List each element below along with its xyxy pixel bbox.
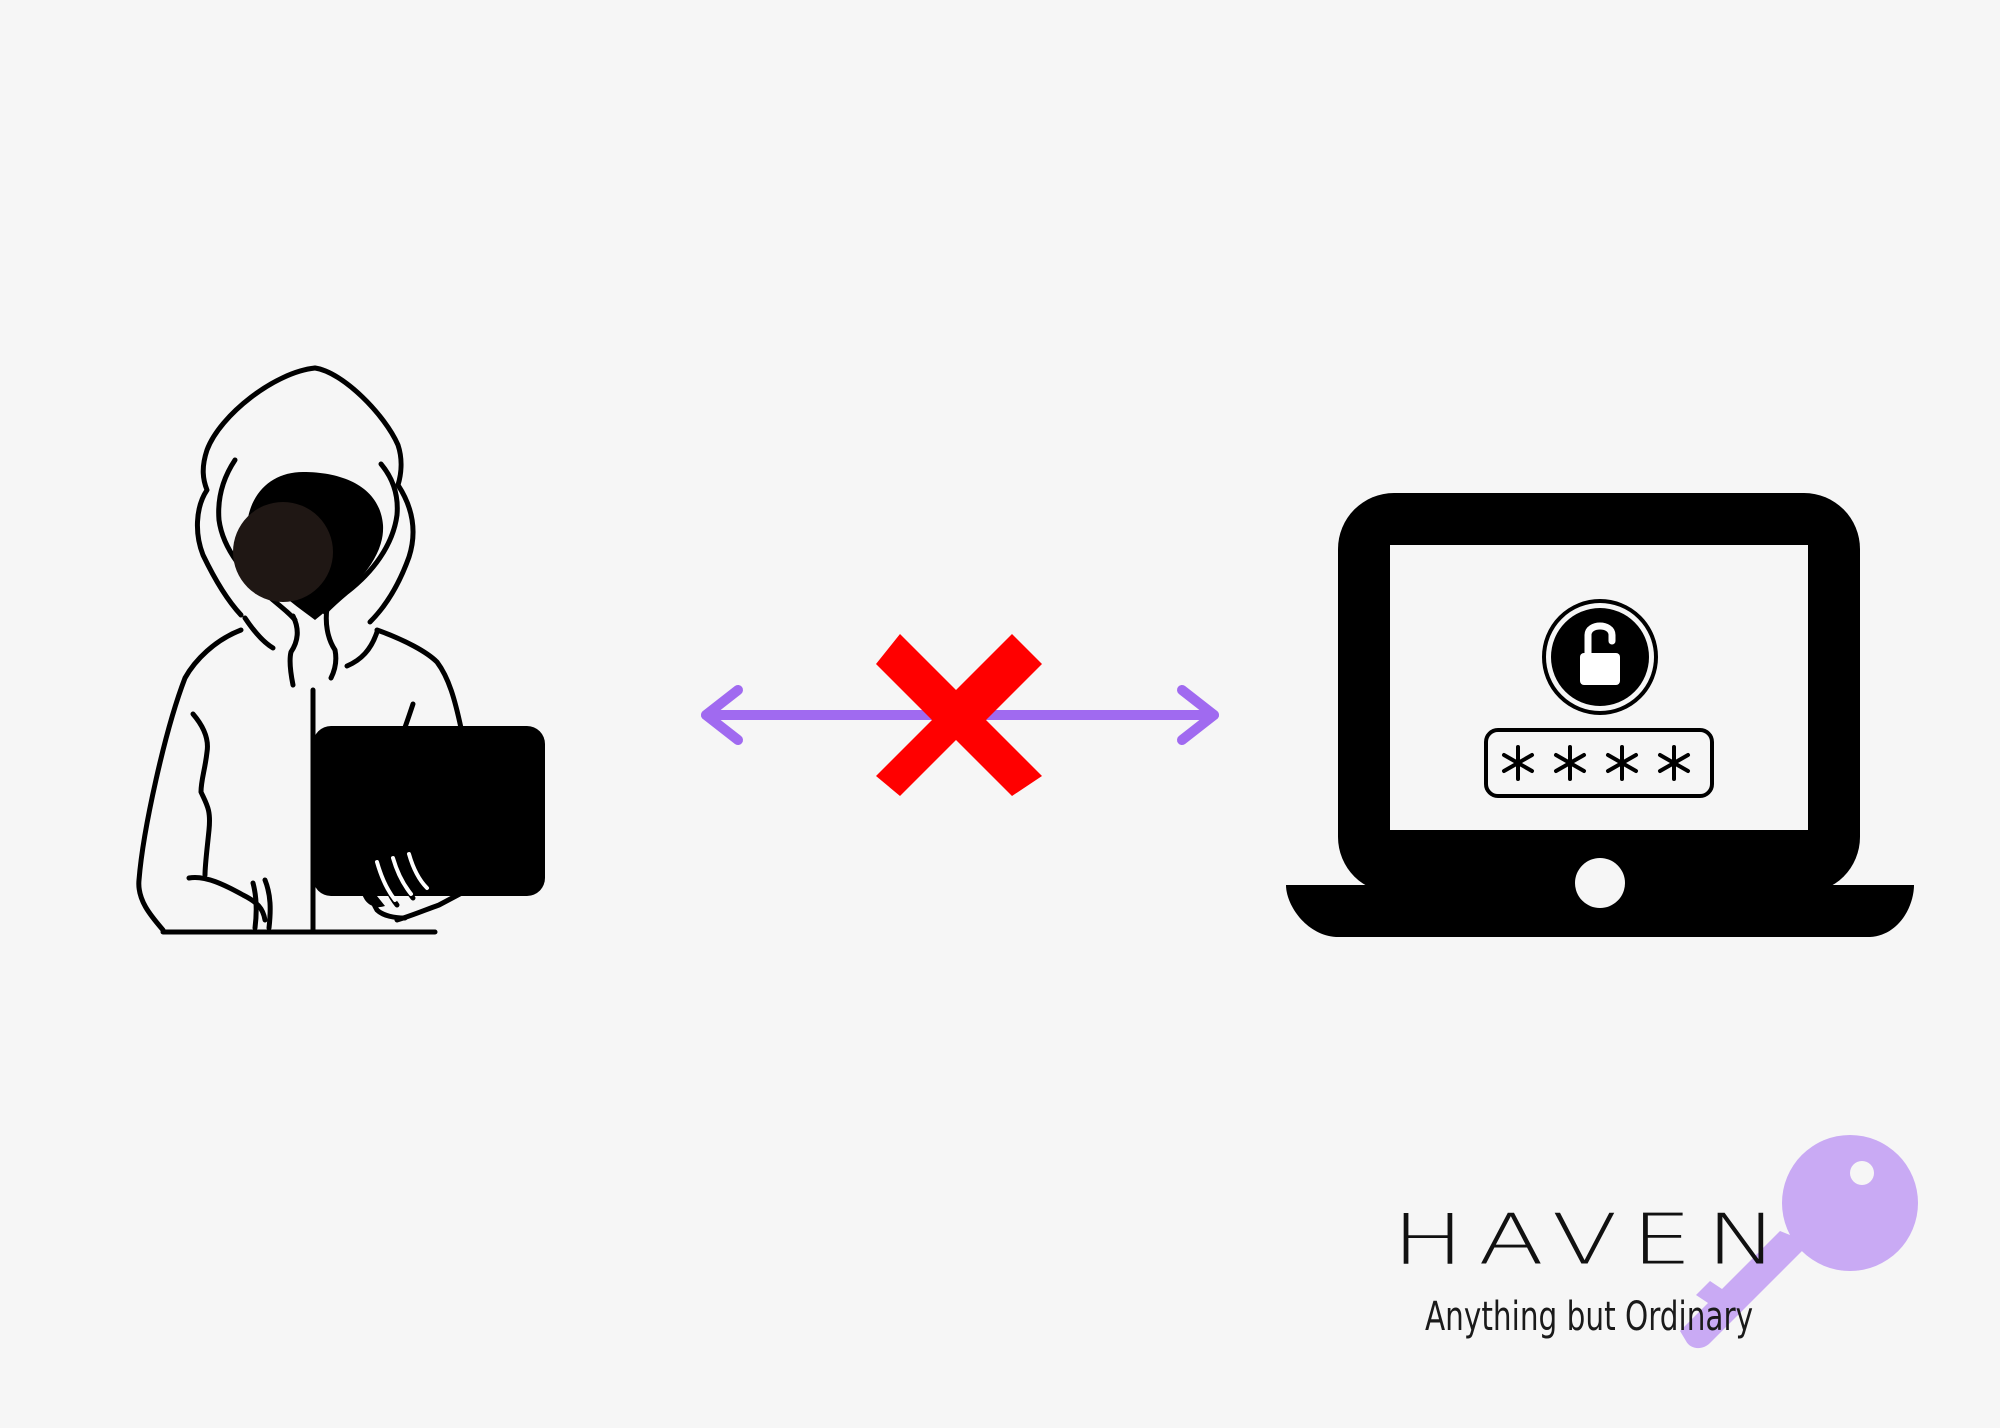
bidirectional-arrow-icon: [701, 634, 1219, 796]
hacker-illustration: [115, 360, 555, 940]
blocked-connection: [680, 620, 1240, 800]
padlock-icon: [1542, 599, 1658, 715]
brand-name: HAVEN: [1392, 1199, 1792, 1280]
brand-logo: HAVEN Anything but Ordinary: [1380, 1125, 1920, 1365]
brand-tagline: Anything but Ordinary: [1425, 1294, 1754, 1340]
locked-laptop: [1280, 485, 1920, 940]
hooded-hacker-icon: [136, 365, 545, 935]
locked-laptop-icon: [1286, 493, 1914, 937]
